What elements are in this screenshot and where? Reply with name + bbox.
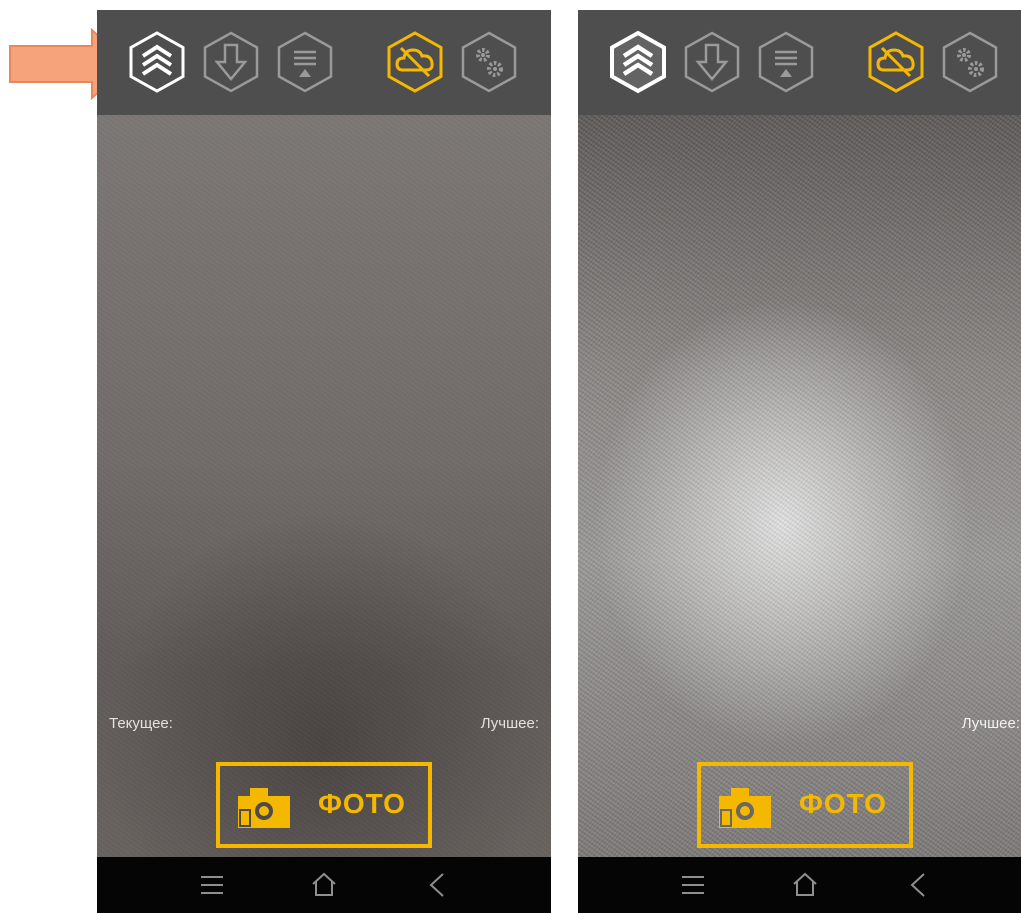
menu-icon (201, 876, 223, 894)
camera-icon (238, 788, 290, 828)
download-icon (684, 31, 740, 93)
cloud-off-button[interactable] (866, 30, 926, 94)
download-button[interactable] (201, 30, 261, 94)
camera-viewfinder[interactable]: Текущее: Лучшее: (97, 115, 551, 857)
current-label: Текущее: (109, 715, 173, 732)
menu-upload-button[interactable] (756, 30, 816, 94)
settings-gears-icon (942, 31, 998, 93)
photo-label: ФОТО (318, 788, 406, 819)
best-label: Лучшее: (961, 715, 1020, 732)
photo-label: ФОТО (799, 788, 887, 819)
cloud-off-icon (868, 31, 924, 93)
download-icon (203, 31, 259, 93)
layers-icon (129, 31, 185, 93)
nav-back-button[interactable] (902, 869, 934, 901)
cloud-off-icon (387, 31, 443, 93)
nav-home-button[interactable] (789, 869, 821, 901)
home-icon (793, 872, 817, 896)
camera-viewfinder[interactable]: Лучшее: (578, 115, 1021, 857)
menu-upload-icon (758, 31, 814, 93)
nav-back-button[interactable] (421, 869, 453, 901)
nav-menu-button[interactable] (196, 869, 228, 901)
camera-icon (719, 788, 771, 828)
download-button[interactable] (682, 30, 742, 94)
menu-upload-button[interactable] (275, 30, 335, 94)
home-icon (312, 872, 336, 896)
system-navbar (578, 857, 1021, 913)
nav-menu-button[interactable] (677, 869, 709, 901)
viewfinder-texture (97, 115, 551, 857)
best-label: Лучшее: (480, 715, 539, 732)
photo-button[interactable]: ФОТО (697, 762, 913, 848)
layers-icon (610, 30, 666, 94)
settings-gears-icon (461, 31, 517, 93)
settings-button[interactable] (459, 30, 519, 94)
menu-icon (682, 876, 704, 894)
phone-screen-right: Лучшее: ФОТО (578, 10, 1021, 913)
cloud-off-button[interactable] (385, 30, 445, 94)
layers-button[interactable] (608, 30, 668, 94)
layers-button[interactable] (127, 30, 187, 94)
menu-upload-icon (277, 31, 333, 93)
nav-home-button[interactable] (308, 869, 340, 901)
settings-button[interactable] (940, 30, 1000, 94)
back-icon (429, 873, 444, 897)
phone-screen-left: Текущее: Лучшее: ФОТО (97, 10, 551, 913)
top-toolbar (578, 10, 1021, 115)
photo-button[interactable]: ФОТО (216, 762, 432, 848)
system-navbar (97, 857, 551, 913)
back-icon (910, 873, 925, 897)
viewfinder-texture (578, 115, 1021, 857)
top-toolbar (97, 10, 551, 115)
